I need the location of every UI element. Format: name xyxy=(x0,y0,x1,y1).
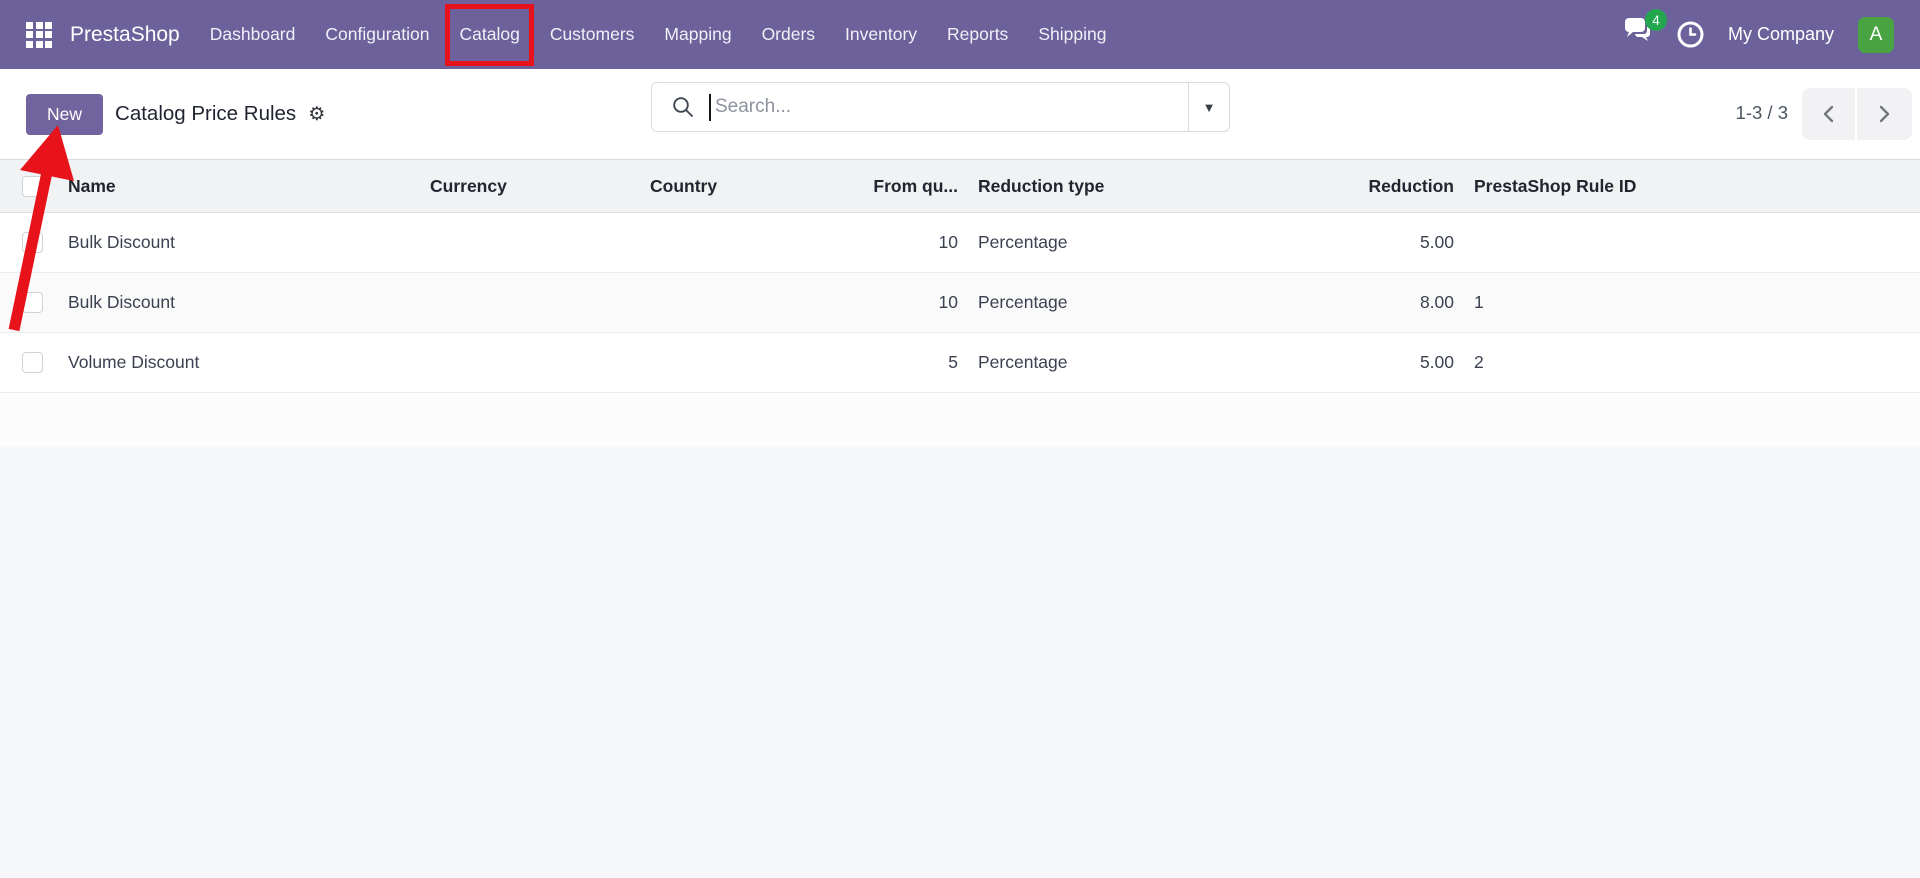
search-box: ▼ xyxy=(651,82,1230,132)
control-bar: New Catalog Price Rules ⚙ ▼ 1-3 / 3 xyxy=(0,69,1920,159)
page-title: Catalog Price Rules xyxy=(115,102,297,125)
cell-spacer xyxy=(1680,213,1920,273)
table-filler-row xyxy=(0,392,1920,448)
nav-item-dashboard[interactable]: Dashboard xyxy=(210,0,296,69)
cell-from-quantity: 10 xyxy=(938,292,958,312)
cell-select xyxy=(0,273,48,333)
chevron-down-icon: ▼ xyxy=(1202,99,1216,115)
chevron-right-icon xyxy=(1879,105,1890,123)
column-header-name[interactable]: Name xyxy=(48,159,420,213)
column-header-spacer xyxy=(1680,159,1920,213)
cell-spacer xyxy=(1680,273,1920,333)
cell-spacer xyxy=(1680,333,1920,393)
pager-buttons xyxy=(1802,88,1912,140)
cell-select xyxy=(0,333,48,393)
table-row[interactable]: Volume Discount 5 Percentage 5.00 2 xyxy=(0,332,1920,393)
new-button[interactable]: New xyxy=(26,93,104,135)
column-header-country[interactable]: Country xyxy=(640,159,800,213)
cell-from-quantity: 10 xyxy=(938,232,958,252)
cell-reduction-type: Percentage xyxy=(978,352,1068,372)
price-rules-table: Name Currency Country From qu... Reducti… xyxy=(0,159,1920,448)
activity-clock-icon[interactable] xyxy=(1677,21,1704,48)
column-header-from-quantity[interactable]: From qu... xyxy=(800,159,968,213)
cell-country xyxy=(640,333,800,393)
content-background xyxy=(0,447,1920,878)
cell-reduction: 8.00 xyxy=(1419,292,1454,312)
column-header-reduction[interactable]: Reduction xyxy=(1200,159,1464,213)
cell-reduction: 5.00 xyxy=(1419,232,1454,252)
table-header-row: Name Currency Country From qu... Reducti… xyxy=(0,159,1920,213)
nav-item-orders[interactable]: Orders xyxy=(762,0,815,69)
select-all-header xyxy=(0,159,48,213)
select-all-checkbox[interactable] xyxy=(22,175,43,197)
nav-menu: Dashboard Configuration Catalog Customer… xyxy=(210,0,1106,69)
search-input[interactable] xyxy=(713,95,1188,119)
row-checkbox[interactable] xyxy=(22,352,43,374)
messages-icon[interactable]: 4 xyxy=(1621,9,1667,51)
nav-item-mapping[interactable]: Mapping xyxy=(664,0,731,69)
apps-grid-icon[interactable] xyxy=(26,21,52,48)
nav-item-catalog[interactable]: Catalog xyxy=(445,0,534,69)
cell-rule-id xyxy=(1464,213,1680,273)
nav-item-inventory[interactable]: Inventory xyxy=(845,0,917,69)
text-cursor xyxy=(709,93,711,121)
table-row[interactable]: Bulk Discount 10 Percentage 5.00 xyxy=(0,212,1920,273)
cell-reduction-type: Percentage xyxy=(978,232,1068,252)
cell-currency xyxy=(420,333,640,393)
cell-rule-id: 1 xyxy=(1474,292,1484,312)
chevron-left-icon xyxy=(1823,105,1834,123)
cell-reduction-type: Percentage xyxy=(978,292,1068,312)
nav-item-catalog-label: Catalog xyxy=(459,24,520,44)
page-title-wrap: Catalog Price Rules ⚙ xyxy=(115,102,325,126)
top-navbar: PrestaShop Dashboard Configuration Catal… xyxy=(0,0,1920,69)
cell-select xyxy=(0,213,48,273)
messages-count-badge: 4 xyxy=(1644,9,1667,31)
cell-reduction: 5.00 xyxy=(1419,352,1454,372)
column-header-currency[interactable]: Currency xyxy=(420,159,640,213)
search-icon xyxy=(672,96,694,118)
cell-name: Volume Discount xyxy=(68,352,200,372)
cell-name: Bulk Discount xyxy=(68,232,175,252)
row-checkbox[interactable] xyxy=(22,232,43,254)
pager-next-button[interactable] xyxy=(1857,88,1912,140)
navbar-right: 4 My Company A xyxy=(1621,9,1894,53)
company-menu[interactable]: My Company xyxy=(1728,24,1834,45)
column-header-rule-id[interactable]: PrestaShop Rule ID xyxy=(1464,159,1680,213)
user-avatar[interactable]: A xyxy=(1858,16,1894,53)
column-header-reduction-type[interactable]: Reduction type xyxy=(968,159,1200,213)
nav-item-shipping[interactable]: Shipping xyxy=(1038,0,1106,69)
row-checkbox[interactable] xyxy=(22,292,43,314)
nav-item-customers[interactable]: Customers xyxy=(550,0,635,69)
nav-item-reports[interactable]: Reports xyxy=(947,0,1008,69)
pager-previous-button[interactable] xyxy=(1802,88,1857,140)
nav-item-configuration[interactable]: Configuration xyxy=(325,0,429,69)
cell-currency xyxy=(420,213,640,273)
gear-icon[interactable]: ⚙ xyxy=(308,103,325,126)
brand-title: PrestaShop xyxy=(70,22,180,46)
cell-rule-id: 2 xyxy=(1474,352,1484,372)
cell-from-quantity: 5 xyxy=(948,352,958,372)
pager-range: 1-3 / 3 xyxy=(1735,102,1788,123)
cell-country xyxy=(640,213,800,273)
cell-country xyxy=(640,273,800,333)
cell-name: Bulk Discount xyxy=(68,292,175,312)
table-row[interactable]: Bulk Discount 10 Percentage 8.00 1 xyxy=(0,272,1920,333)
cell-currency xyxy=(420,273,640,333)
search-dropdown-toggle[interactable]: ▼ xyxy=(1188,83,1229,131)
